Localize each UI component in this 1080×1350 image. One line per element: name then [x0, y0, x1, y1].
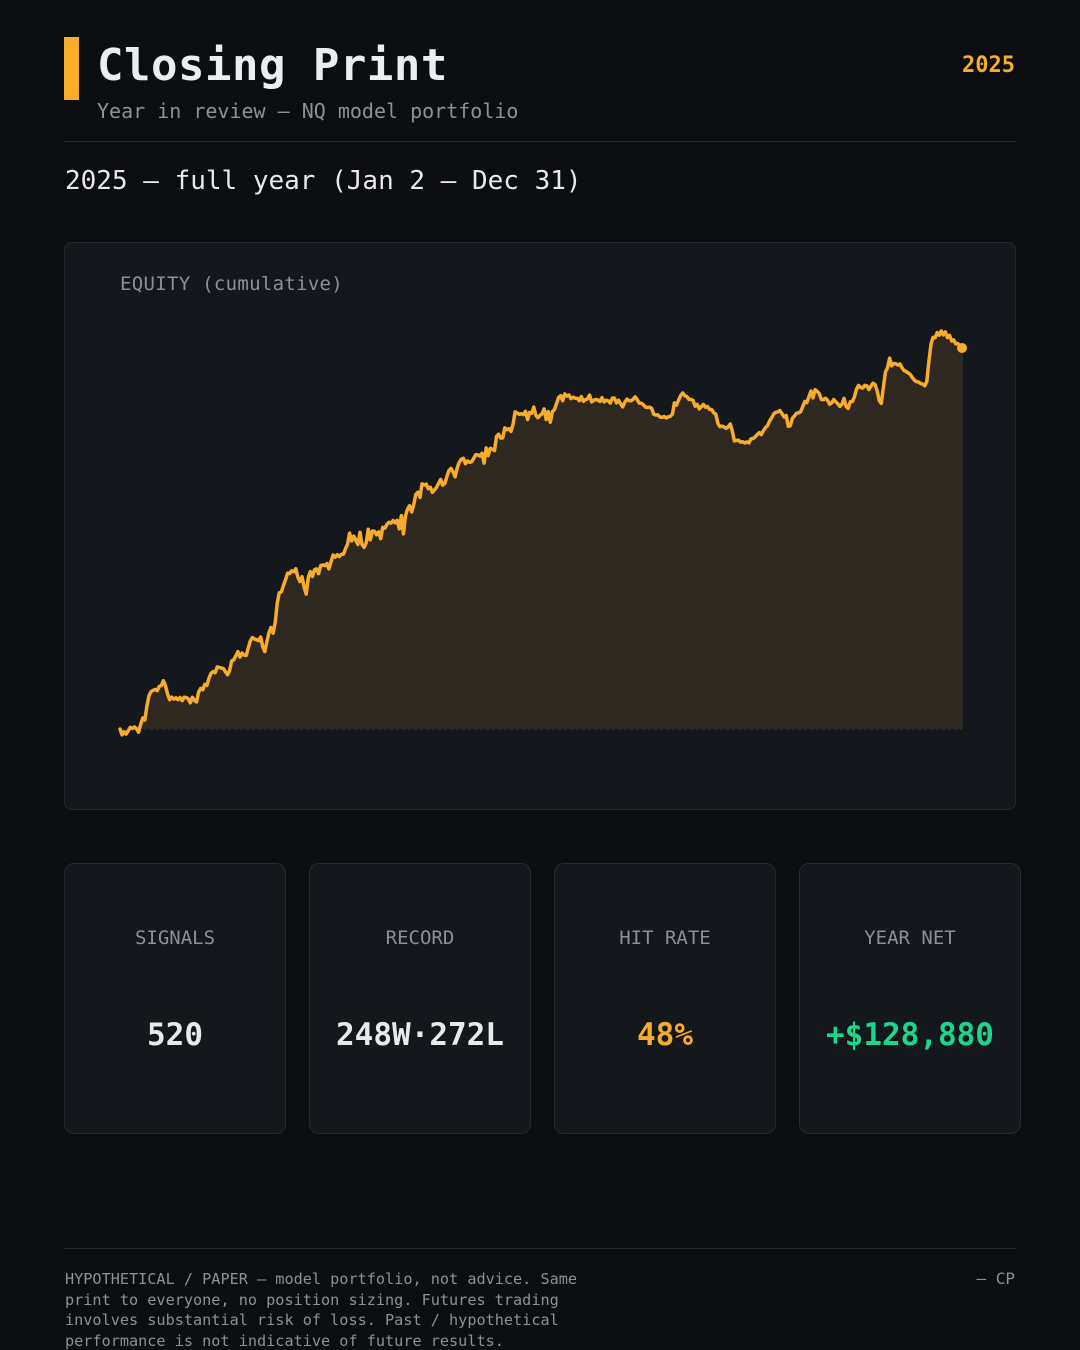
page-title: Closing Print: [97, 40, 448, 91]
stat-label: SIGNALS: [134, 927, 216, 949]
signature: — CP: [976, 1269, 1015, 1288]
stat-card-signals: SIGNALS 520: [64, 863, 286, 1134]
equity-end-marker: [957, 342, 967, 353]
equity-chart-card: EQUITY (cumulative): [64, 242, 1016, 810]
stat-label: RECORD: [385, 927, 455, 949]
equity-chart: [118, 329, 967, 737]
stat-value: 248W·272L: [336, 1017, 504, 1053]
stat-card-hit-rate: HIT RATE 48%: [554, 863, 776, 1134]
stat-value: 520: [147, 1017, 203, 1053]
year-badge: 2025: [962, 53, 1015, 78]
disclaimer-text: HYPOTHETICAL / PAPER — model portfolio, …: [65, 1270, 578, 1350]
header-divider: [64, 141, 1016, 142]
stat-value: +$128,880: [826, 1017, 994, 1053]
page-subtitle: Year in review — NQ model portfolio: [97, 99, 519, 123]
stat-card-record: RECORD 248W·272L: [309, 863, 531, 1134]
brand-accent-bar: [64, 37, 79, 100]
stat-label: HIT RATE: [619, 927, 711, 949]
chart-title: EQUITY (cumulative): [120, 273, 344, 295]
equity-area: [120, 331, 962, 735]
period-label: 2025 — full year (Jan 2 – Dec 31): [65, 166, 582, 196]
footer-divider: [64, 1248, 1016, 1249]
stat-card-year-net: YEAR NET +$128,880: [799, 863, 1021, 1134]
stat-value: 48%: [637, 1017, 693, 1053]
stat-label: YEAR NET: [864, 927, 956, 949]
